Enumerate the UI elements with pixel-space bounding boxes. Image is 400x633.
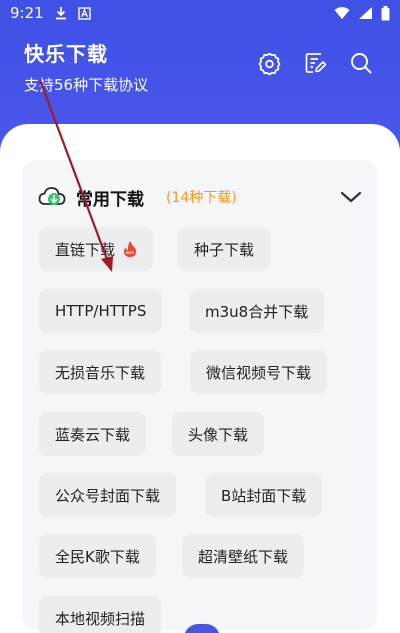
cloud-download-icon xyxy=(38,185,66,209)
chip-kge[interactable]: 全民K歌下载 xyxy=(39,534,156,578)
search-button[interactable] xyxy=(348,52,374,78)
section-header[interactable]: 常用下载 (14种下载) xyxy=(38,182,363,212)
chip-avatar[interactable]: 头像下载 xyxy=(172,412,265,456)
hot-badge-icon: HOT xyxy=(123,240,137,258)
chip-local-scan[interactable]: 本地视频扫描 xyxy=(39,596,162,633)
status-time: 9:21 xyxy=(10,4,44,22)
chip-label: B站封面下载 xyxy=(221,486,307,505)
chip-official-cover[interactable]: 公众号封面下载 xyxy=(39,473,177,517)
status-bar: 9:21 xyxy=(0,0,400,26)
chip-label: 公众号封面下载 xyxy=(55,486,161,505)
header-actions xyxy=(256,52,374,78)
chip-label: 微信视频号下载 xyxy=(206,363,312,382)
chip-lanzou[interactable]: 蓝奏云下载 xyxy=(39,412,147,456)
chip-m3u8[interactable]: m3u8合并下载 xyxy=(189,289,325,333)
svg-text:HOT: HOT xyxy=(126,251,135,255)
app-header: 快乐下载 支持56种下载协议 xyxy=(24,38,384,98)
chip-label: 超清壁纸下载 xyxy=(198,547,289,566)
search-icon xyxy=(349,51,373,79)
battery-icon xyxy=(381,5,390,21)
chip-label: 头像下载 xyxy=(188,425,249,444)
chevron-down-icon[interactable] xyxy=(339,185,363,209)
section-title: 常用下载 xyxy=(76,189,144,210)
chip-torrent[interactable]: 种子下载 xyxy=(178,227,271,271)
settings-icon xyxy=(257,51,282,80)
notes-button[interactable] xyxy=(302,52,328,78)
chip-label: 本地视频扫描 xyxy=(55,609,146,628)
chip-label: 直链下载 xyxy=(55,240,116,259)
download-icon xyxy=(54,6,68,20)
chip-wallpaper[interactable]: 超清壁纸下载 xyxy=(182,534,305,578)
signal-icon xyxy=(358,6,373,20)
chip-wechat-video[interactable]: 微信视频号下载 xyxy=(190,350,328,394)
chip-direct-link[interactable]: 直链下载 HOT xyxy=(39,227,154,271)
chip-lossless-music[interactable]: 无损音乐下载 xyxy=(39,350,162,394)
text-icon xyxy=(77,6,91,20)
chip-bilibili-cover[interactable]: B站封面下载 xyxy=(205,473,323,517)
settings-button[interactable] xyxy=(256,52,282,78)
chip-http[interactable]: HTTP/HTTPS xyxy=(39,289,163,333)
chip-label: 全民K歌下载 xyxy=(55,547,140,566)
chip-label: 蓝奏云下载 xyxy=(55,425,131,444)
chip-label: 种子下载 xyxy=(194,240,255,259)
note-icon xyxy=(303,51,327,79)
section-count: (14种下载) xyxy=(166,190,237,206)
chip-label: HTTP/HTTPS xyxy=(55,302,147,320)
wifi-icon xyxy=(334,6,350,20)
chip-label: 无损音乐下载 xyxy=(55,363,146,382)
chip-label: m3u8合并下载 xyxy=(205,302,309,321)
